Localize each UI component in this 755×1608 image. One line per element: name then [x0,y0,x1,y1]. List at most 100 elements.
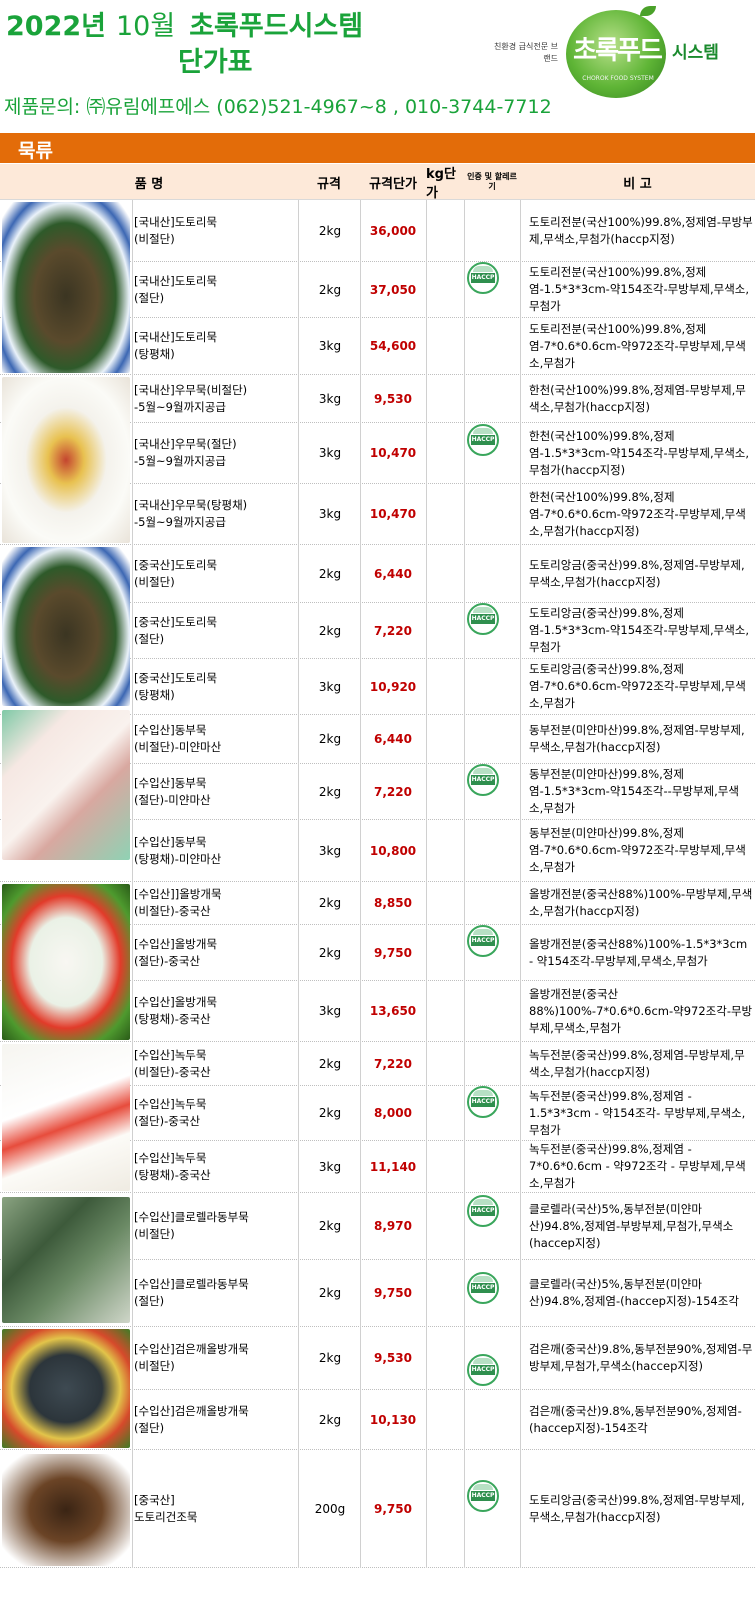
black-sesame-photo [2,1329,130,1448]
product-name: [중국산]도토리묵 (절단) [134,614,218,646]
haccp-icon: HACCP [467,1086,499,1118]
unit-price: 10,920 [369,679,417,694]
product-note: 올방개전분(중국산88%)100%-7*0.6*0.6cm-약972조각-무방부… [529,986,753,1035]
product-name: [수입산]녹두묵 (탕평채)-중국산 [134,1150,211,1182]
col-name: 품 명 [134,176,164,192]
unit-price: 6,440 [374,566,412,581]
product-spec: 2kg [318,623,342,638]
product-spec: 2kg [318,1106,342,1120]
product-note: 도토리앙금(중국산)99.8%,정제염-7*0.6*0.6cm-약972조각-무… [529,662,746,710]
haccp-label: HACCP [471,936,495,946]
haccp-label: HACCP [471,1097,495,1107]
unit-price: 8,000 [374,1106,412,1120]
haccp-icon-arc [473,1358,493,1364]
olbang-photo [2,884,130,1040]
haccp-icon: HACCP [467,1195,499,1227]
unit-price: 9,750 [374,1286,412,1300]
haccp-label: HACCP [471,1283,495,1293]
product-note: 도토리전분(국산100%)99.8%,정제염-무방부제,무색소,무첨가(hacc… [529,214,753,246]
col-cert: 인증 및 할레르기 [467,172,517,191]
umu-photo [2,377,130,543]
table-header: 품 명 규격 규격단가 kg단가 인증 및 할레르기 비 고 [0,164,755,201]
product-note: 동부전분(미얀마산)99.8%,정제염-7*0.6*0.6cm-약972조각-무… [529,826,746,874]
unit-price: 37,050 [369,282,417,297]
product-name: [수입산]동부묵 (절단)-미얀마산 [134,775,211,807]
product-note: 도토리앙금(중국산)99.8%,정제염-1.5*3*3cm-약154조각-무방부… [529,606,750,654]
brand-tagline: 친환경 급식전문 브랜드 [494,42,558,63]
haccp-icon: HACCP [467,925,499,957]
haccp-icon: HACCP [467,262,499,294]
unit-price: 10,130 [369,1412,417,1427]
product-note: 한천(국산100%)99.8%,정제염-무방부제,무색소,무첨가(haccp지정… [529,382,746,414]
haccp-label: HACCP [471,1206,495,1216]
product-note: 녹두전분(중국산)99.8%,정제염 - 7*0.6*0.6cm - 약972조… [529,1142,746,1190]
unit-price: 9,530 [374,1351,412,1365]
product-name: [국내산]도토리묵 (비절단) [134,214,218,246]
unit-price: 10,800 [369,843,417,858]
product-note: 도토리앙금(중국산)99.8%,정제염-무방부제,무색소,무첨가(haccp지정… [529,557,745,589]
company-name: 초록푸드시스템 [189,11,364,42]
section-bar: 묵류 [0,133,755,163]
product-name: [수입산]]올방개묵 (비절단)-중국산 [134,887,222,918]
product-spec: 3kg [318,1159,342,1174]
unit-price: 13,650 [369,1004,417,1018]
product-note: 녹두전분(중국산)99.8%,정제염 - 1.5*3*3cm - 약154조각-… [529,1088,746,1137]
column-divider [360,200,361,1568]
product-name: [수입산]올방개묵 (절단)-중국산 [134,936,218,968]
haccp-label: HACCP [471,1365,495,1375]
unit-price: 8,850 [374,896,412,910]
column-divider [464,200,465,1568]
product-spec: 3kg [318,507,342,521]
product-note: 올방개전분(중국산88%)100%-무방부제,무색소,무첨가(haccp지정) [529,887,753,918]
product-spec: 2kg [318,732,342,746]
unit-price: 7,220 [374,623,412,638]
product-spec: 2kg [318,1219,342,1233]
product-spec: 3kg [318,339,342,353]
product-spec: 2kg [318,1412,342,1427]
section-title: 묵류 [18,140,53,162]
haccp-label: HACCP [471,435,495,445]
product-name: [수입산]클로렐라동부묵 (비절단) [134,1210,249,1241]
product-name: [수입산]검은깨올방개묵 (절단) [134,1403,249,1435]
product-note: 올방개전분(중국산88%)100%-1.5*3*3cm - 약154조각-무방부… [529,936,748,968]
dried-dotori-photo [2,1454,130,1566]
leaf-icon [640,6,656,16]
product-name: [국내산]우무묵(절단) -5월~9월까지공급 [134,437,237,468]
haccp-icon-arc [473,929,493,935]
haccp-icon: HACCP [467,764,499,796]
haccp-icon-arc [473,1090,493,1096]
product-name: [중국산]도토리묵 (비절단) [134,557,218,589]
logo-subtext: CHOROK FOOD SYSTEM [582,75,654,82]
product-name: [수입산]동부묵 (탕평채)-미얀마산 [134,834,222,866]
product-spec: 2kg [318,566,342,581]
unit-price: 7,220 [374,784,412,799]
haccp-icon-arc [473,768,493,774]
product-name: [국내산]도토리묵 (절단) [134,273,218,305]
product-spec: 2kg [318,896,342,910]
product-note: 녹두전분(중국산)99.8%,정제염-무방부제,무색소,무첨가(haccp지정) [529,1047,745,1079]
haccp-icon-arc [473,1199,493,1205]
haccp-icon-arc [473,266,493,272]
product-spec: 3kg [318,679,342,694]
product-note: 검은깨(중국산)9.8%,동부전분90%,정제염-무방부제,무첨가,무색소(ha… [529,1342,753,1373]
product-name: [중국산]도토리묵 (탕평채) [134,670,218,702]
product-name: [수입산]검은깨올방개묵 (비절단) [134,1342,249,1373]
column-divider [426,200,427,1568]
col-unit-price: 규격단가 [369,176,417,192]
dotori-domestic-photo [2,202,130,373]
product-spec: 2kg [318,1056,342,1071]
product-spec: 2kg [318,945,342,960]
haccp-icon: HACCP [467,424,499,456]
unit-price: 8,970 [374,1219,412,1233]
product-name: [수입산]올방개묵 (탕평채)-중국산 [134,995,218,1026]
haccp-icon: HACCP [467,1272,499,1304]
product-spec: 2kg [318,784,342,799]
product-spec: 2kg [318,1286,342,1300]
page-header: 2022년 10월 초록푸드시스템 단가표 친환경 급식전문 브랜드 초록푸드 CH… [0,0,755,130]
product-spec: 2kg [318,223,342,238]
product-note: 클로렐라(국산)5%,동부전분(미얀마산)94.8%,정제염-(haccep지정… [529,1277,739,1308]
product-note: 클로렐라(국산)5%,동부전분(미얀마산)94.8%,정제염-부방부제,무첨가,… [529,1201,734,1250]
unit-price: 10,470 [369,446,417,460]
haccp-icon-arc [473,1276,493,1282]
product-name: [수입산]클로렐라동부묵 (절단) [134,1277,249,1308]
